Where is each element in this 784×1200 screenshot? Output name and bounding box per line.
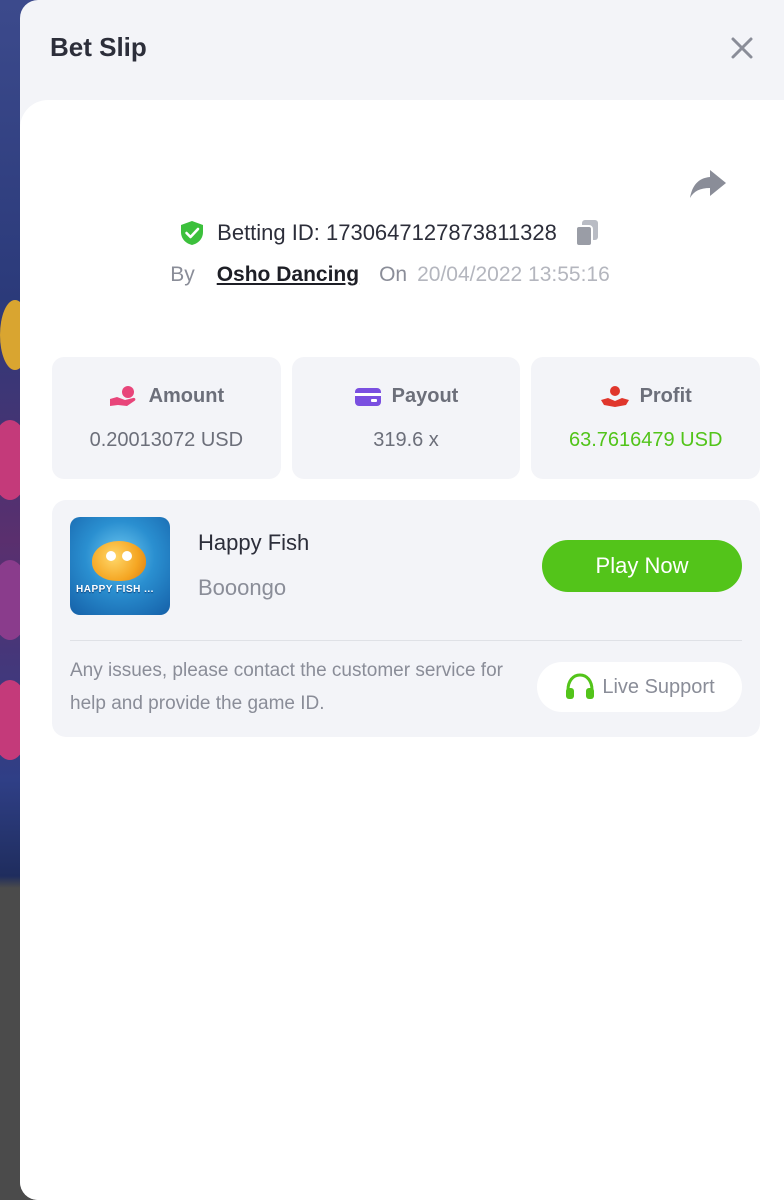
game-provider: Booongo (198, 575, 287, 600)
headset-icon (566, 673, 595, 699)
stat-payout: Payout 319.6 x (291, 357, 521, 479)
share-icon (690, 170, 726, 198)
game-card: HAPPY FISH ... Happy Fish Booongo Play N… (52, 500, 760, 737)
stat-profit-label: Profit (639, 385, 692, 407)
bet-meta-row: By Osho Dancing On 20/04/2022 13:55:16 (20, 263, 760, 287)
bet-slip-modal: Bet Slip Betting ID: 1730647127873811328 (20, 0, 784, 1200)
stat-amount-value: 0.20013072 USD (89, 428, 244, 451)
user-link[interactable]: Osho Dancing (217, 263, 359, 287)
stat-profit: Profit 63.7616479 USD (531, 357, 761, 479)
live-support-label: Live Support (602, 675, 715, 698)
wallet-icon (354, 387, 381, 406)
stat-amount: Amount 0.20013072 USD (52, 357, 281, 479)
live-support-button[interactable]: Live Support (537, 662, 742, 712)
stat-amount-label: Amount (148, 385, 225, 407)
modal-title: Bet Slip (50, 32, 147, 62)
on-label: On (379, 263, 408, 286)
thumbnail-logo-text: HAPPY FISH ... (76, 584, 154, 595)
close-button[interactable] (728, 34, 756, 62)
divider (70, 640, 742, 641)
stat-payout-label: Payout (391, 385, 459, 407)
betting-id-row: Betting ID: 1730647127873811328 (20, 218, 760, 248)
bet-date: 20/04/2022 13:55:16 (417, 263, 610, 286)
game-name: Happy Fish (198, 530, 310, 555)
close-icon (731, 37, 753, 59)
bet-slip-content: Betting ID: 1730647127873811328 By Osho … (20, 100, 784, 1200)
play-now-button[interactable]: Play Now (542, 540, 742, 592)
hand-coin-icon (109, 385, 135, 406)
stat-payout-value: 319.6 x (373, 428, 439, 451)
betting-id: Betting ID: 1730647127873811328 (217, 220, 557, 245)
share-button[interactable] (688, 166, 728, 202)
by-label: By (170, 263, 195, 286)
fish-illustration (92, 541, 146, 581)
stat-profit-value: 63.7616479 USD (568, 428, 723, 451)
hand-heart-icon (600, 385, 629, 407)
shield-check-icon (181, 221, 204, 245)
copy-icon[interactable] (573, 218, 601, 248)
bet-stats: Amount 0.20013072 USD Payout 319.6 x Pro… (52, 357, 761, 479)
fish-eye (122, 551, 132, 561)
game-thumbnail[interactable]: HAPPY FISH ... (70, 517, 170, 615)
support-message: Any issues, please contact the customer … (70, 660, 503, 714)
fish-eye (106, 551, 116, 561)
modal-header: Bet Slip (20, 0, 784, 100)
